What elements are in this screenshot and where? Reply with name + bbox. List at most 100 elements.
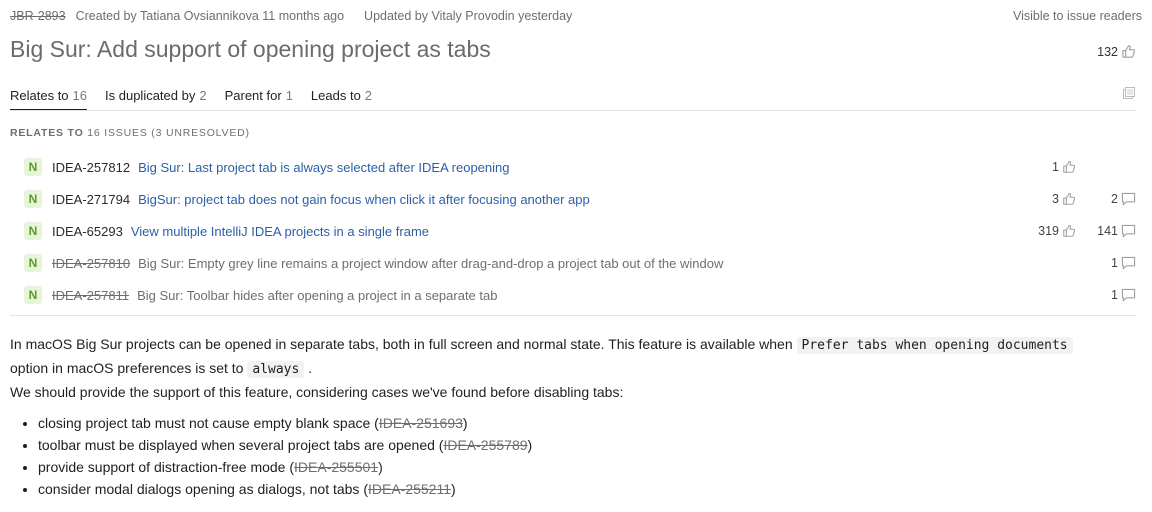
- issue-key-link[interactable]: IDEA-257811: [52, 288, 129, 303]
- issue-summary-link[interactable]: Big Sur: Last project tab is always sele…: [138, 160, 509, 175]
- issue-stats: 1: [1076, 256, 1136, 270]
- issue-votes: 1: [1016, 160, 1076, 174]
- bullet-text: consider modal dialogs opening as dialog…: [38, 481, 368, 497]
- linked-issue-row[interactable]: N IDEA-271794 BigSur: project tab does n…: [24, 183, 1136, 215]
- tab-count: 2: [364, 88, 373, 103]
- issue-ref-link[interactable]: IDEA-251693: [379, 415, 463, 431]
- bullet-item: consider modal dialogs opening as dialog…: [38, 478, 1140, 500]
- description-text: In macOS Big Sur projects can be opened …: [10, 336, 797, 352]
- description-paragraph: We should provide the support of this fe…: [10, 384, 624, 400]
- tab-leads-to[interactable]: Leads to 2: [311, 88, 372, 111]
- linked-issue-row[interactable]: N IDEA-257811 Big Sur: Toolbar hides aft…: [24, 279, 1136, 311]
- issue-id-link[interactable]: JBR-2893: [10, 9, 66, 23]
- comment-count: 141: [1097, 224, 1118, 238]
- description-paragraph: In macOS Big Sur projects can be opened …: [10, 333, 1140, 381]
- inline-code: Prefer tabs when opening documents: [796, 337, 1073, 354]
- tabs-divider: [10, 110, 1136, 111]
- thumbs-up-icon: [1062, 192, 1076, 206]
- issue-title: Big Sur: Add support of opening project …: [10, 36, 491, 62]
- tab-parent-for[interactable]: Parent for 1: [225, 88, 293, 111]
- description-text: .: [304, 360, 313, 376]
- comment-count: 2: [1111, 192, 1118, 206]
- bullet-text: provide support of distraction-free mode…: [38, 459, 295, 475]
- tab-label: Is duplicated by: [105, 88, 196, 103]
- bullet-text-end: ): [462, 415, 468, 431]
- issue-stats: 1: [1016, 160, 1136, 174]
- tab-label: Parent for: [224, 88, 282, 103]
- section-label: RELATES TO 16 ISSUES (3 UNRESOLVED): [10, 127, 250, 139]
- copy-icon[interactable]: [1122, 86, 1136, 100]
- tab-relates-to[interactable]: Relates to 16: [10, 88, 88, 111]
- tab-count: 1: [285, 88, 293, 103]
- linked-issues-list: N IDEA-257812 Big Sur: Last project tab …: [24, 151, 1136, 314]
- state-badge: N: [24, 286, 42, 304]
- issue-comments: 141: [1076, 224, 1136, 238]
- vote-count: 132: [1097, 44, 1118, 59]
- issue-comments: 2: [1076, 192, 1136, 206]
- vote-count: 1: [1052, 160, 1059, 174]
- state-badge: N: [24, 190, 42, 208]
- tab-label: Leads to: [310, 88, 361, 103]
- linked-issue-row[interactable]: N IDEA-257812 Big Sur: Last project tab …: [24, 151, 1136, 183]
- comment-bubble-icon: [1121, 192, 1136, 206]
- description-text: option in macOS preferences is set to: [10, 360, 248, 376]
- comment-bubble-icon: [1121, 256, 1136, 270]
- issue-ref-link[interactable]: IDEA-255789: [443, 437, 527, 453]
- comment-count: 1: [1111, 288, 1118, 302]
- issue-summary-link[interactable]: Big Sur: Toolbar hides after opening a p…: [137, 288, 497, 303]
- issue-votes: 3: [1016, 192, 1076, 206]
- bullet-item: toolbar must be displayed when several p…: [38, 434, 1140, 456]
- issue-key-link[interactable]: IDEA-257810: [52, 256, 130, 271]
- vote-count: 3: [1052, 192, 1059, 206]
- bullet-text: toolbar must be displayed when several p…: [38, 437, 444, 453]
- visibility-link[interactable]: Visible to issue readers: [1013, 9, 1142, 23]
- tab-count: 2: [199, 88, 207, 103]
- issue-votes: 319: [1016, 224, 1076, 238]
- state-badge: N: [24, 254, 42, 272]
- issue-meta-bar: JBR-2893 Created by Tatiana Ovsiannikova…: [10, 8, 1142, 24]
- tab-label: Relates to: [10, 88, 69, 103]
- issue-stats: 1: [1076, 288, 1136, 302]
- thumbs-up-icon: [1062, 224, 1076, 238]
- issue-stats: 319 141: [1016, 224, 1136, 238]
- issue-key-link[interactable]: IDEA-65293: [52, 224, 123, 239]
- bullet-text-end: ): [451, 481, 456, 497]
- issue-comments: 1: [1076, 256, 1136, 270]
- tab-count: 16: [72, 88, 88, 103]
- state-badge: N: [24, 222, 42, 240]
- inline-code: always: [247, 361, 305, 378]
- issue-key-link[interactable]: IDEA-271794: [52, 192, 130, 207]
- issue-ref-link[interactable]: IDEA-255501: [294, 459, 378, 475]
- updated-info: Updated by Vitaly Provodin yesterday: [364, 9, 573, 23]
- created-info: Created by Tatiana Ovsiannikova 11 month…: [75, 9, 345, 23]
- issue-comments: 1: [1076, 288, 1136, 302]
- issue-page: JBR-2893 Created by Tatiana Ovsiannikova…: [0, 0, 1152, 512]
- issue-stats: 3 2: [1016, 192, 1136, 206]
- comment-bubble-icon: [1121, 224, 1136, 238]
- thumbs-up-icon: [1062, 160, 1076, 174]
- link-type-tabs: Relates to 16 Is duplicated by 2 Parent fo…: [10, 88, 372, 111]
- linked-issue-row[interactable]: N IDEA-65293 View multiple IntelliJ IDEA…: [24, 215, 1136, 247]
- comment-bubble-icon: [1121, 288, 1136, 302]
- thumbs-up-icon: [1121, 44, 1136, 59]
- description-bullet-list: closing project tab must not cause empty…: [10, 412, 1140, 500]
- vote-button[interactable]: 132: [1097, 44, 1136, 59]
- issue-description: In macOS Big Sur projects can be opened …: [10, 333, 1140, 500]
- vote-count: 319: [1038, 224, 1059, 238]
- section-label-count: 16 ISSUES (3 UNRESOLVED): [83, 127, 250, 139]
- issue-summary-link[interactable]: View multiple IntelliJ IDEA projects in …: [131, 224, 429, 239]
- issue-ref-link[interactable]: IDEA-255211: [368, 481, 451, 497]
- list-divider: [10, 315, 1136, 316]
- state-badge: N: [24, 158, 42, 176]
- bullet-text: closing project tab must not cause empty…: [38, 415, 379, 431]
- issue-summary-link[interactable]: BigSur: project tab does not gain focus …: [138, 192, 590, 207]
- bullet-item: provide support of distraction-free mode…: [38, 456, 1140, 478]
- issue-summary-link[interactable]: Big Sur: Empty grey line remains a proje…: [138, 256, 723, 271]
- comment-count: 1: [1111, 256, 1118, 270]
- tab-is-duplicated-by[interactable]: Is duplicated by 2: [105, 88, 207, 111]
- issue-key-link[interactable]: IDEA-257812: [52, 160, 130, 175]
- section-label-title: RELATES TO: [10, 127, 84, 139]
- bullet-text-end: ): [527, 437, 533, 453]
- bullet-item: closing project tab must not cause empty…: [38, 412, 1140, 434]
- linked-issue-row[interactable]: N IDEA-257810 Big Sur: Empty grey line r…: [24, 247, 1136, 279]
